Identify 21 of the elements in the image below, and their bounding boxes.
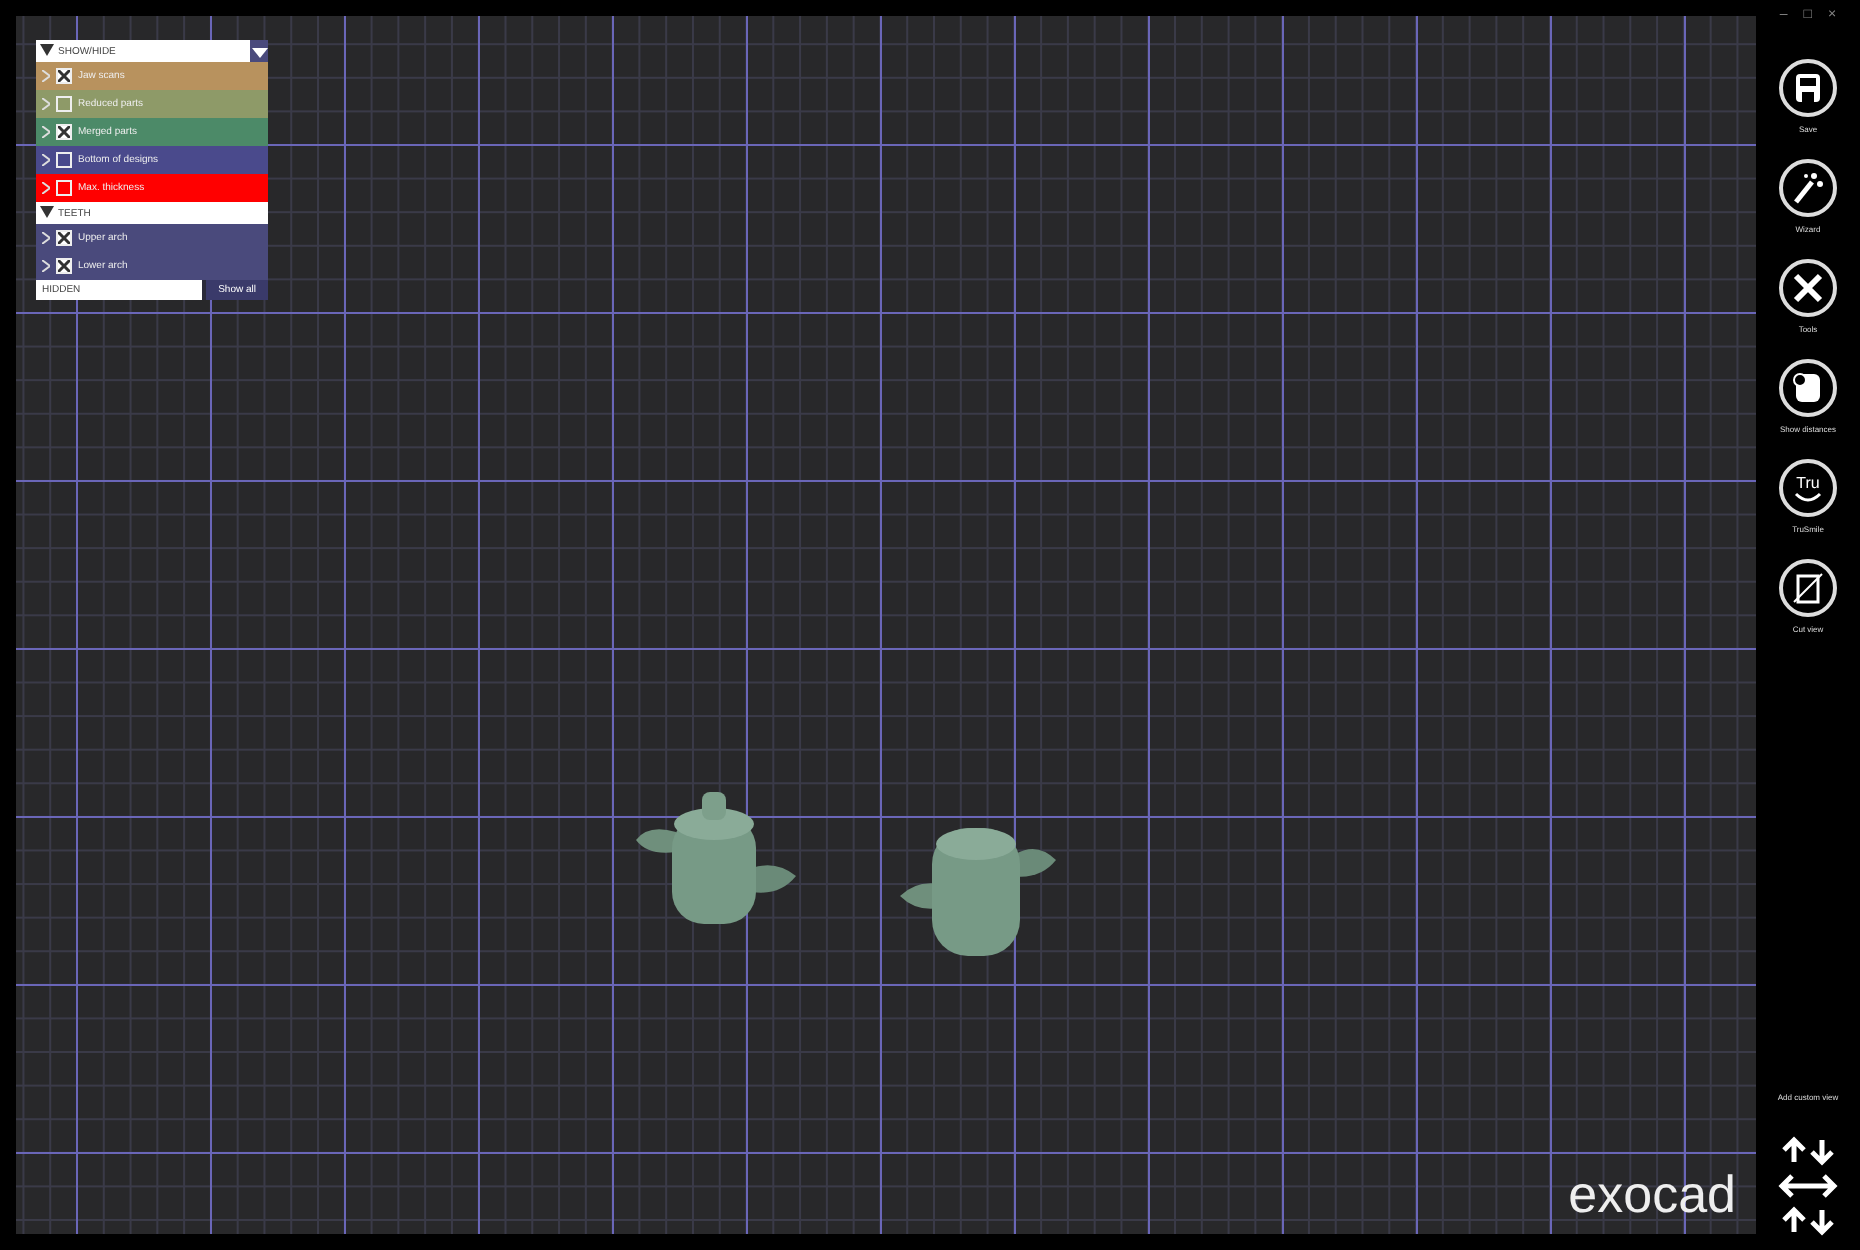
tooth-icon[interactable] [1778, 358, 1838, 418]
checkbox[interactable] [56, 258, 72, 274]
smile-icon[interactable]: Tru [1778, 458, 1838, 518]
wand-icon[interactable] [1778, 158, 1838, 218]
chevron-icon [42, 154, 50, 166]
chevron-icon [42, 232, 50, 244]
chevron-icon [42, 126, 50, 138]
dropdown-icon[interactable] [250, 40, 268, 62]
chevron-icon [42, 98, 50, 110]
cut-view-icon[interactable] [1778, 558, 1838, 618]
checkbox[interactable] [56, 68, 72, 84]
view-arrows-icon[interactable] [1776, 1134, 1840, 1238]
expand-icon[interactable] [40, 43, 54, 59]
chevron-icon [42, 260, 50, 272]
tools-icon[interactable] [1778, 258, 1838, 318]
checkbox[interactable] [56, 124, 72, 140]
checkbox[interactable] [56, 230, 72, 246]
expand-icon[interactable] [40, 205, 54, 221]
chevron-icon [42, 182, 50, 194]
chevron-icon [42, 70, 50, 82]
save-icon[interactable] [1778, 58, 1838, 118]
